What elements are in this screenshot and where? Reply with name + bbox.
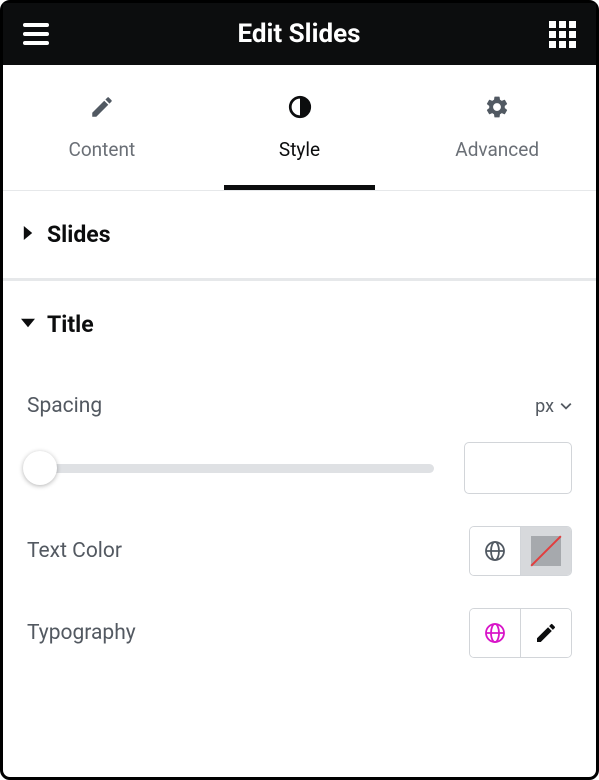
typography-controls [469, 608, 572, 658]
typography-row: Typography [3, 576, 596, 658]
tab-style-label: Style [279, 138, 320, 161]
section-title[interactable]: Title [3, 281, 596, 368]
spacing-slider[interactable] [27, 448, 434, 488]
typography-label: Typography [27, 621, 136, 645]
section-title-label: Title [47, 311, 94, 338]
unit-select[interactable]: px [535, 396, 572, 417]
spacing-input[interactable] [464, 442, 572, 494]
section-slides[interactable]: Slides [3, 191, 596, 281]
sections-container: Slides Title Spacing px Text Color [3, 191, 596, 658]
typography-edit-button[interactable] [521, 609, 571, 657]
header-bar: Edit Slides [3, 3, 596, 65]
contrast-icon [287, 94, 313, 124]
no-color-swatch [531, 536, 561, 566]
color-swatch-button[interactable] [521, 527, 571, 575]
globe-icon [483, 539, 507, 563]
global-typography-button[interactable] [470, 609, 520, 657]
caret-right-icon [21, 225, 35, 244]
tab-advanced-label: Advanced [455, 138, 539, 161]
apps-grid-icon[interactable] [549, 21, 576, 48]
caret-down-icon [21, 315, 35, 334]
unit-value: px [535, 396, 554, 417]
text-color-controls [469, 526, 572, 576]
tab-content[interactable]: Content [3, 65, 201, 190]
spacing-label: Spacing [27, 394, 102, 418]
slider-thumb[interactable] [23, 451, 57, 485]
tabs: Content Style Advanced [3, 65, 596, 191]
pencil-icon [534, 621, 558, 645]
tab-style[interactable]: Style [201, 65, 399, 190]
section-slides-label: Slides [47, 221, 111, 248]
page-title: Edit Slides [238, 19, 361, 49]
gear-icon [484, 94, 510, 124]
text-color-row: Text Color [3, 494, 596, 576]
globe-icon [483, 621, 507, 645]
chevron-down-icon [560, 400, 572, 412]
text-color-label: Text Color [27, 539, 122, 563]
slider-track [27, 464, 434, 473]
spacing-row: Spacing px [3, 368, 596, 428]
spacing-slider-row [3, 428, 596, 494]
global-color-button[interactable] [470, 527, 520, 575]
tab-advanced[interactable]: Advanced [398, 65, 596, 190]
menu-icon[interactable] [23, 23, 49, 45]
pencil-icon [89, 94, 115, 124]
tab-content-label: Content [68, 138, 135, 161]
